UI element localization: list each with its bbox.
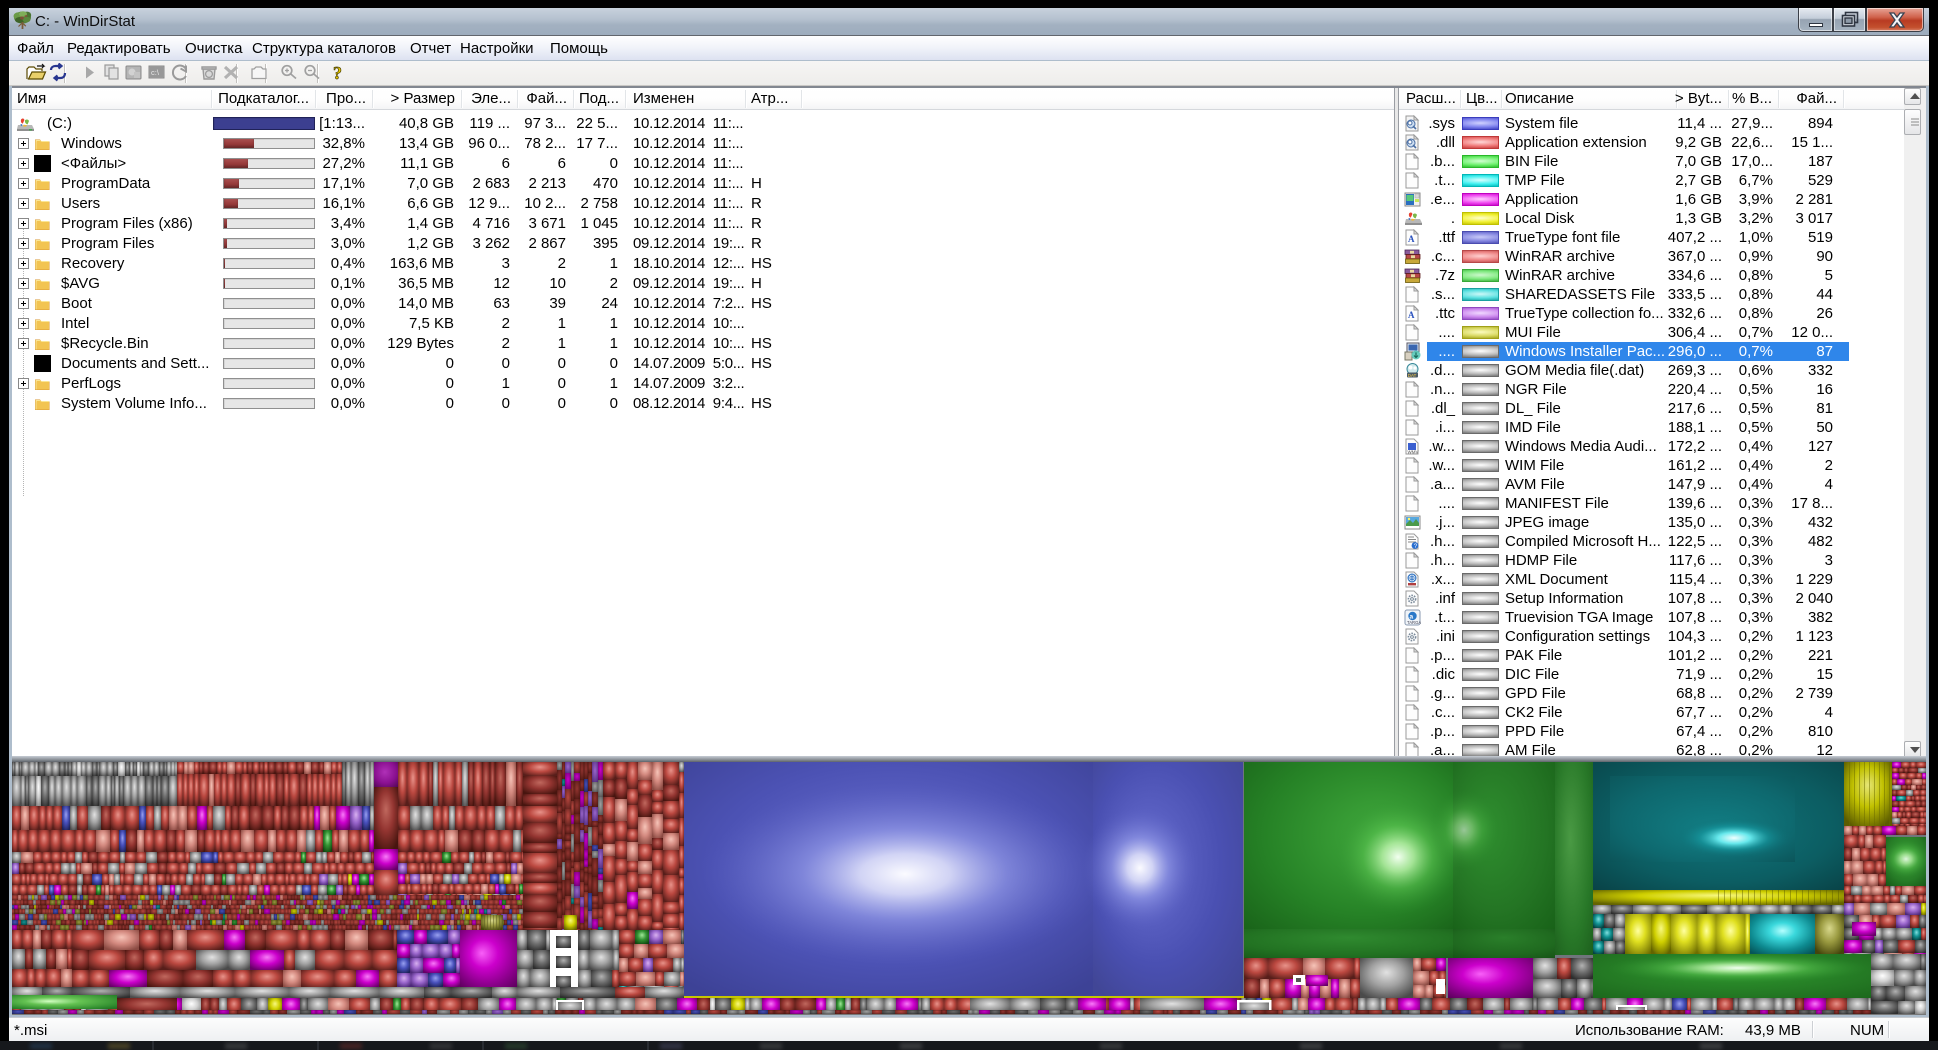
svg-text:WMV: WMV — [1408, 450, 1419, 455]
svg-text:c:\: c:\ — [151, 68, 160, 77]
svg-text:A: A — [1408, 234, 1415, 244]
svg-text:?: ? — [333, 63, 342, 83]
svg-text:TARGA: TARGA — [1407, 620, 1421, 625]
svg-text:DAT: DAT — [1408, 373, 1417, 378]
svg-text:A: A — [1408, 310, 1415, 320]
